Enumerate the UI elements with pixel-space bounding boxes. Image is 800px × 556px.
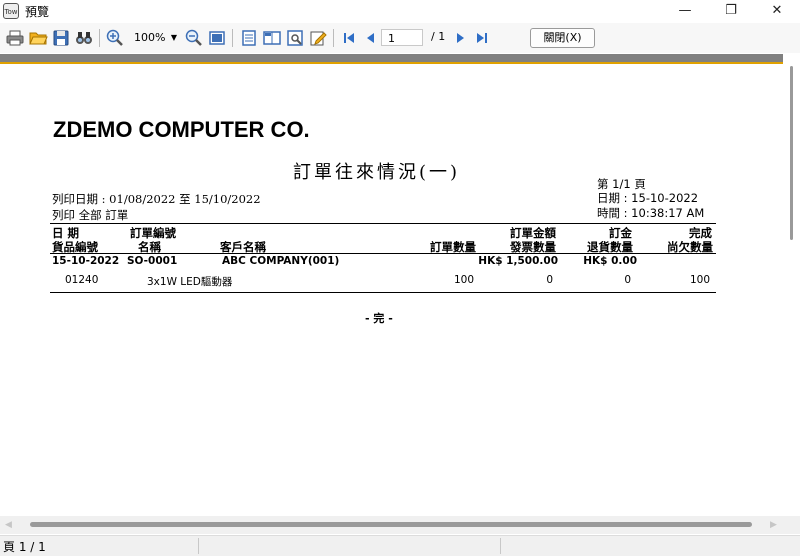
status-divider	[500, 538, 501, 554]
order-number: SO-0001	[127, 255, 178, 267]
status-bar: 頁 1 / 1	[0, 535, 800, 556]
horizontal-scroll-thumb[interactable]	[30, 522, 752, 527]
report-time: 時間 : 10:38:17 AM	[597, 206, 705, 220]
order-deposit: HK$ 0.00	[583, 255, 637, 267]
close-window-button[interactable]: ✕	[754, 0, 800, 22]
item-return-qty: 0	[624, 274, 631, 286]
zoom-value: 100%	[134, 31, 166, 44]
status-page: 頁 1 / 1	[3, 540, 46, 554]
end-mark: - 完 -	[365, 312, 393, 325]
order-date: 15-10-2022	[52, 255, 120, 267]
zoom-out-icon[interactable]	[184, 28, 204, 48]
status-divider	[198, 538, 199, 554]
first-page-icon[interactable]	[339, 28, 359, 48]
header-bottom-line	[50, 253, 716, 254]
page-top-accent	[0, 62, 783, 64]
print-icon[interactable]	[5, 28, 25, 48]
toolbar-separator	[99, 29, 100, 47]
binoculars-icon[interactable]	[74, 28, 94, 48]
report-date: 日期 : 15-10-2022	[597, 191, 699, 205]
order-customer: ABC COMPANY(001)	[222, 255, 340, 267]
title-bar: Tow 預覽 — ❐ ✕	[0, 0, 800, 22]
report-title: 訂單往來情況(一)	[293, 162, 461, 183]
page-top-band	[0, 54, 783, 62]
single-page-icon[interactable]	[239, 28, 259, 48]
table-bottom-line	[50, 292, 716, 293]
zoom-select[interactable]: 100% ▼	[131, 29, 179, 47]
item-invoice-qty: 0	[546, 274, 553, 286]
maximize-button[interactable]: ❐	[708, 0, 754, 22]
close-preview-button[interactable]: 關閉(X)	[530, 28, 595, 48]
zoom-in-icon[interactable]	[105, 28, 125, 48]
previous-page-icon[interactable]	[361, 28, 381, 48]
next-page-icon[interactable]	[450, 28, 470, 48]
scroll-right-icon[interactable]: ▶	[770, 520, 777, 530]
item-outstanding-qty: 100	[689, 274, 710, 286]
page-setup-icon[interactable]	[285, 28, 305, 48]
scroll-left-icon[interactable]: ◀	[5, 520, 12, 530]
app-icon: Tow	[3, 3, 19, 19]
page-total: / 1	[431, 30, 446, 43]
print-scope: 列印 全部 訂單	[52, 208, 129, 222]
toolbar-separator	[232, 29, 233, 47]
minimize-button[interactable]: —	[662, 0, 708, 22]
vertical-scroll-thumb[interactable]	[790, 66, 793, 240]
print-date-range: 列印日期 : 01/08/2022 至 15/10/2022	[52, 192, 261, 206]
item-order-qty: 100	[453, 274, 474, 286]
order-amount: HK$ 1,500.00	[478, 255, 558, 267]
edit-icon[interactable]	[308, 28, 328, 48]
last-page-icon[interactable]	[472, 28, 492, 48]
item-name: 3x1W LED驅動器	[147, 276, 233, 288]
chevron-down-icon: ▼	[170, 33, 177, 42]
open-folder-icon[interactable]	[28, 28, 48, 48]
header-top-line	[50, 223, 716, 224]
toolbar-separator	[333, 29, 334, 47]
save-icon[interactable]	[51, 28, 71, 48]
fit-page-icon[interactable]	[207, 28, 227, 48]
item-code: 01240	[65, 274, 99, 286]
company-name: ZDEMO COMPUTER CO.	[53, 117, 310, 142]
window-title: 預覽	[25, 5, 50, 19]
two-page-icon[interactable]	[262, 28, 282, 48]
page-number-input[interactable]: 1	[381, 29, 423, 46]
toolbar: 100% ▼ 1 / 1 關閉(X)	[0, 23, 800, 53]
